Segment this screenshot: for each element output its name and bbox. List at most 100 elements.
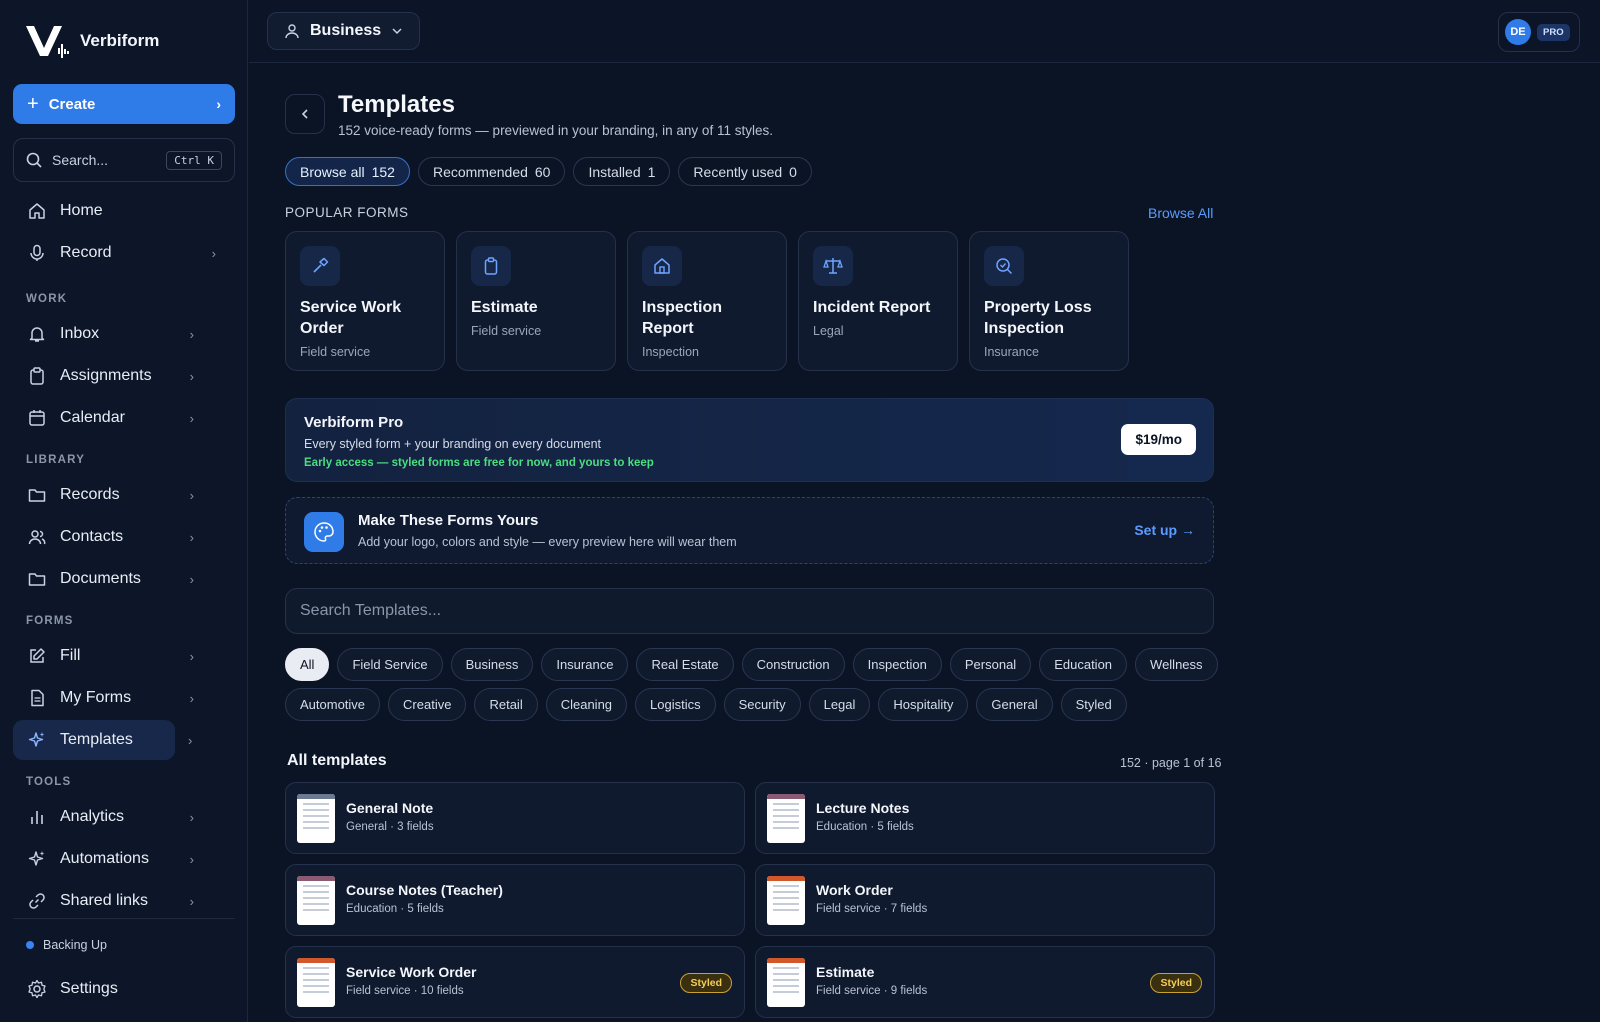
popular-forms-heading: POPULAR FORMS: [285, 205, 409, 220]
sidebar-item-records[interactable]: Records ›: [13, 475, 235, 515]
sidebar-item-label: Fill: [60, 647, 81, 664]
category-chip-real-estate[interactable]: Real Estate: [636, 648, 734, 681]
tab-recently-used[interactable]: Recently used 0: [678, 157, 812, 186]
sidebar-item-documents[interactable]: Documents ›: [13, 559, 235, 599]
sidebar-item-label: Home: [60, 202, 103, 219]
template-title: Service Work Order: [346, 964, 477, 980]
thumbnail-accent-bar: [297, 958, 335, 963]
tab-label: Installed: [588, 163, 641, 180]
sidebar-item-inbox[interactable]: Inbox ›: [13, 314, 235, 354]
category-chip-general[interactable]: General: [976, 688, 1053, 721]
template-meta: Field service · 10 fields: [346, 985, 464, 997]
pro-upsell-banner: Verbiform Pro Every styled form + your b…: [285, 398, 1214, 482]
template-meta: Field service · 7 fields: [816, 903, 928, 915]
verbiform-logo-icon: [26, 26, 69, 58]
sidebar-item-fill[interactable]: Fill ›: [13, 636, 235, 676]
category-chip-automotive[interactable]: Automotive: [285, 688, 381, 721]
category-chip-construction[interactable]: Construction: [741, 648, 845, 681]
section-label-library: LIBRARY: [26, 454, 86, 466]
thumbnail-line: [773, 903, 799, 905]
template-card[interactable]: Estimate Field service · 9 fields Styled: [755, 946, 1215, 1018]
category-chip-inspection[interactable]: Inspection: [852, 648, 942, 681]
user-icon: [285, 24, 299, 39]
workspace-switcher[interactable]: Business: [267, 12, 421, 50]
sidebar-item-analytics[interactable]: Analytics ›: [13, 797, 235, 837]
brand-name: Verbiform: [80, 31, 160, 50]
category-chip-education[interactable]: Education: [1039, 648, 1128, 681]
category-chip-hospitality[interactable]: Hospitality: [878, 688, 969, 721]
sidebar-divider: [13, 918, 235, 919]
sidebar-item-assignments[interactable]: Assignments ›: [13, 356, 235, 396]
link-icon: [26, 890, 48, 912]
chevron-right-icon: ›: [189, 648, 194, 664]
thumbnail-line: [773, 821, 799, 823]
popular-form-card[interactable]: Incident Report Legal: [798, 231, 958, 371]
tab-recommended[interactable]: Recommended 60: [417, 157, 566, 186]
template-card[interactable]: Course Notes (Teacher) Education · 5 fiel…: [285, 864, 745, 936]
sidebar-item-templates[interactable]: Templates ›: [13, 720, 192, 760]
brand-logo[interactable]: Verbiform: [24, 22, 159, 60]
tab-browse-all[interactable]: Browse all 152: [285, 157, 410, 186]
pro-price-button[interactable]: $19/mo: [1121, 424, 1196, 455]
sidebar-item-home[interactable]: Home: [13, 191, 235, 231]
template-tabs: Browse all 152 Recommended 60 Installed 1 R…: [285, 157, 812, 186]
sidebar-item-settings[interactable]: Settings: [13, 969, 235, 1009]
sidebar-search[interactable]: Search... Ctrl K: [13, 138, 235, 182]
status-dot: [26, 941, 34, 949]
category-chip-cleaning[interactable]: Cleaning: [545, 688, 628, 721]
category-chip-all[interactable]: All: [285, 648, 330, 681]
sidebar-item-record[interactable]: Record ›: [13, 233, 235, 273]
sidebar-item-automations[interactable]: Automations ›: [13, 839, 235, 879]
template-card[interactable]: Work Order Field service · 7 fields: [755, 864, 1215, 936]
category-chip-security[interactable]: Security: [723, 688, 801, 721]
sidebar-item-contacts[interactable]: Contacts ›: [13, 517, 235, 557]
category-chip-logistics[interactable]: Logistics: [635, 688, 716, 721]
section-label-forms: FORMS: [26, 615, 74, 627]
category-chip-field-service[interactable]: Field Service: [337, 648, 443, 681]
category-chip-retail[interactable]: Retail: [474, 688, 538, 721]
sidebar-item-calendar[interactable]: Calendar ›: [13, 398, 235, 438]
category-chip-insurance[interactable]: Insurance: [541, 648, 629, 681]
thumbnail-line: [303, 809, 329, 811]
popular-form-card[interactable]: Property Loss Inspection Insurance: [969, 231, 1129, 371]
setup-branding-link[interactable]: Set up →: [1134, 522, 1195, 538]
popular-form-card[interactable]: Inspection Report Inspection: [627, 231, 787, 371]
category-chip-legal[interactable]: Legal: [808, 688, 871, 721]
template-card[interactable]: Lecture Notes Education · 5 fields: [755, 782, 1215, 854]
sidebar-item-label: Settings: [60, 980, 118, 997]
category-chip-personal[interactable]: Personal: [949, 648, 1032, 681]
sidebar-item-label: Contacts: [60, 528, 124, 545]
pagination-summary: 152 · page 1 of 16: [1120, 756, 1222, 770]
back-button[interactable]: [285, 94, 325, 134]
template-search-input[interactable]: [300, 602, 1199, 620]
tab-installed[interactable]: Installed 1: [573, 157, 671, 186]
category-chip-business[interactable]: Business: [450, 648, 534, 681]
chevron-right-icon: ›: [189, 851, 194, 867]
category-chip-wellness[interactable]: Wellness: [1135, 648, 1218, 681]
popular-form-category: Field service: [300, 345, 371, 359]
house-icon: [642, 246, 682, 286]
category-chip-styled[interactable]: Styled: [1060, 688, 1127, 721]
template-card[interactable]: Service Work Order Field service · 10 fie…: [285, 946, 745, 1018]
branding-card-title: Make These Forms Yours: [358, 512, 539, 529]
category-chip-creative[interactable]: Creative: [388, 688, 467, 721]
pro-banner-title: Verbiform Pro: [304, 414, 404, 431]
category-filter-row: Automotive Creative Retail Cleaning Logistic…: [285, 688, 1214, 721]
thumbnail-line: [773, 885, 799, 887]
backup-status: Backing Up: [26, 938, 107, 952]
template-card[interactable]: General Note General · 3 fields: [285, 782, 745, 854]
chevron-right-icon: ›: [188, 732, 193, 748]
template-title: Lecture Notes: [816, 800, 910, 816]
thumbnail-line: [303, 885, 329, 887]
popular-form-title: Property Loss Inspection: [984, 299, 1092, 337]
template-search[interactable]: [285, 588, 1214, 634]
user-menu[interactable]: DE PRO: [1498, 12, 1580, 52]
chevron-right-icon: ›: [216, 96, 221, 112]
browse-all-link[interactable]: Browse All: [1148, 205, 1213, 221]
create-button[interactable]: + Create ›: [13, 84, 235, 124]
popular-form-card[interactable]: Estimate Field service: [456, 231, 616, 371]
template-thumbnail: [767, 958, 805, 1007]
sidebar-item-my-forms[interactable]: My Forms ›: [13, 678, 235, 718]
sidebar-item-shared-links[interactable]: Shared links ›: [13, 881, 235, 921]
popular-form-card[interactable]: Service Work Order Field service: [285, 231, 445, 371]
